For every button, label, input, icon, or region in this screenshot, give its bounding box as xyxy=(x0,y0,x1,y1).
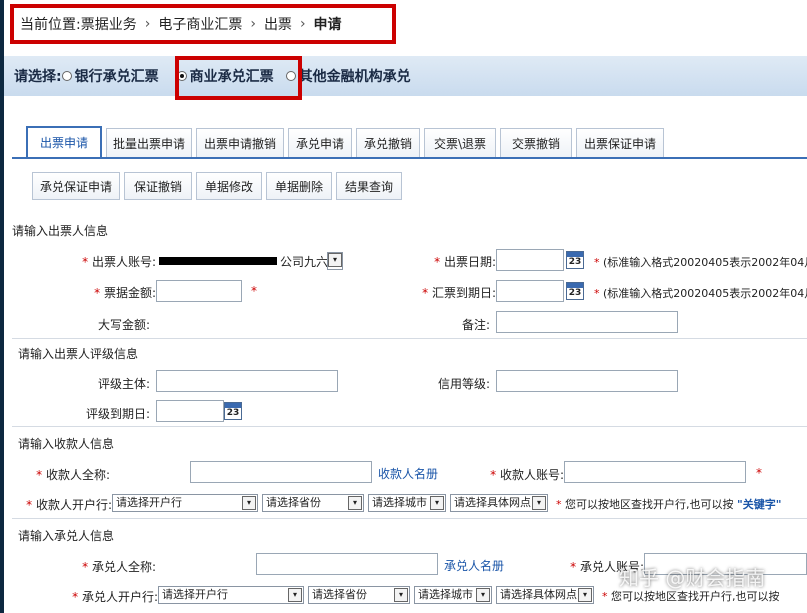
acceptor-branch-select[interactable]: 请选择具体网点 ▾ xyxy=(496,586,594,604)
tab-deliver-revoke[interactable]: 交票撤销 xyxy=(500,128,572,157)
app-frame: 当前位置: 票据业务 › 电子商业汇票 › 出票 › 申请 请选择: 银行承兑汇… xyxy=(4,0,807,613)
acceptor-bank-select[interactable]: 请选择开户行 ▾ xyxy=(158,586,304,604)
payee-branch-select[interactable]: 请选择具体网点 ▾ xyxy=(450,494,548,512)
tab-accept-revoke[interactable]: 承兑撤销 xyxy=(356,128,420,157)
acceptor-directory-link[interactable]: 承兑人名册 xyxy=(444,557,504,574)
chevron-down-icon: ▾ xyxy=(394,588,408,602)
tab-issue-revoke[interactable]: 出票申请撤销 xyxy=(196,128,284,157)
payee-bank-select[interactable]: 请选择开户行 ▾ xyxy=(112,494,258,512)
tab-bill-delete[interactable]: 单据删除 xyxy=(266,172,332,200)
credit-level-label: 信用等级: xyxy=(437,377,490,391)
tab-guarantee-revoke[interactable]: 保证撤销 xyxy=(124,172,192,200)
chevron-down-icon: ▾ xyxy=(578,588,592,602)
divider xyxy=(12,518,807,519)
bill-type-bar: 请选择: 银行承兑汇票 商业承兑汇票 其他金融机构承兑 xyxy=(4,56,807,96)
amount-input[interactable] xyxy=(156,280,242,302)
acceptor-name-label: * 承兑人全称: xyxy=(82,560,156,574)
section-acceptor-title: 请输入承兑人信息 xyxy=(18,529,115,543)
breadcrumb-item[interactable]: 出票 xyxy=(264,14,292,34)
tab-issue-guarantee[interactable]: 出票保证申请 xyxy=(576,128,664,157)
tab-bar-secondary: 承兑保证申请 保证撤销 单据修改 单据删除 结果查询 xyxy=(32,172,406,200)
section-payee-title: 请输入收款人信息 xyxy=(18,437,115,451)
section-rating-title: 请输入出票人评级信息 xyxy=(18,347,139,361)
breadcrumb-prefix: 当前位置: xyxy=(20,17,81,33)
breadcrumb-separator: › xyxy=(299,16,306,32)
payee-bank-hint: * 您可以按地区查找开户行,也可以按 "关键字" xyxy=(556,498,782,511)
acceptor-province-select[interactable]: 请选择省份 ▾ xyxy=(308,586,410,604)
payee-account-label: * 收款人账号: xyxy=(490,468,564,482)
drawer-account-label: * 出票人账号: xyxy=(82,255,156,269)
redacted-account xyxy=(159,257,277,265)
chevron-down-icon: ▾ xyxy=(242,496,256,510)
drawer-account-dropdown[interactable]: ▾ xyxy=(327,252,343,270)
breadcrumb-separator: › xyxy=(250,16,256,32)
rating-due-label: 评级到期日: xyxy=(85,407,150,421)
due-date-label: * 汇票到期日: xyxy=(422,286,496,300)
chevron-down-icon: ▾ xyxy=(430,496,444,510)
chevron-down-icon: ▾ xyxy=(532,496,546,510)
payee-account-input[interactable] xyxy=(564,461,746,483)
chevron-down-icon: ▾ xyxy=(328,253,342,267)
watermark: 知乎 @财会指南 xyxy=(619,566,766,590)
payee-city-select[interactable]: 请选择城市 ▾ xyxy=(368,494,446,512)
chevron-down-icon: ▾ xyxy=(348,496,362,510)
payee-name-input[interactable] xyxy=(190,461,372,483)
bill-type-label: 请选择: xyxy=(14,69,62,85)
issue-date-input[interactable] xyxy=(496,249,564,271)
acceptor-bank-label: * 承兑人开户行: xyxy=(72,590,158,604)
remark-label: 备注: xyxy=(461,318,490,332)
tab-accept-apply[interactable]: 承兑申请 xyxy=(288,128,352,157)
payee-directory-link[interactable]: 收款人名册 xyxy=(378,465,438,482)
payee-name-label: * 收款人全称: xyxy=(36,468,110,482)
tab-issue-apply[interactable]: 出票申请 xyxy=(26,126,102,157)
due-date-hint: * (标准输入格式20020405表示2002年04月0 xyxy=(594,287,807,300)
breadcrumb-separator: › xyxy=(144,16,151,32)
radio-bank-acceptance[interactable]: 银行承兑汇票 xyxy=(61,66,159,86)
rating-due-input[interactable] xyxy=(156,400,224,422)
rating-subject-label: 评级主体: xyxy=(97,377,150,391)
due-date-input[interactable] xyxy=(496,280,564,302)
tab-batch-issue[interactable]: 批量出票申请 xyxy=(106,128,192,157)
required-mark: * xyxy=(251,284,257,298)
rating-subject-input[interactable] xyxy=(156,370,338,392)
tab-deliver-return[interactable]: 交票\退票 xyxy=(424,128,496,157)
tab-accept-guarantee[interactable]: 承兑保证申请 xyxy=(32,172,120,200)
highlight-box xyxy=(175,56,302,100)
amount-upper-label: 大写金额: xyxy=(97,318,150,332)
breadcrumb-current: 申请 xyxy=(313,17,342,33)
breadcrumb-item[interactable]: 电子商业汇票 xyxy=(158,14,242,34)
payee-bank-label: * 收款人开户行: xyxy=(26,498,112,512)
issue-date-label: * 出票日期: xyxy=(434,255,496,269)
remark-input[interactable] xyxy=(496,311,678,333)
chevron-down-icon: ▾ xyxy=(476,588,490,602)
divider xyxy=(12,426,807,427)
chevron-down-icon: ▾ xyxy=(288,588,302,602)
radio-label: 银行承兑汇票 xyxy=(74,69,159,85)
amount-label: * 票据金额: xyxy=(94,286,156,300)
breadcrumb: 当前位置: 票据业务 › 电子商业汇票 › 出票 › 申请 xyxy=(10,4,396,44)
calendar-icon[interactable]: 23 xyxy=(566,251,584,269)
tab-bill-edit[interactable]: 单据修改 xyxy=(196,172,262,200)
tab-result-query[interactable]: 结果查询 xyxy=(336,172,402,200)
payee-province-select[interactable]: 请选择省份 ▾ xyxy=(262,494,364,512)
radio-other-institution[interactable]: 其他金融机构承兑 xyxy=(285,66,411,86)
acceptor-name-input[interactable] xyxy=(256,553,438,575)
calendar-icon[interactable]: 23 xyxy=(224,402,242,420)
issue-date-hint: * (标准输入格式20020405表示2002年04月0 xyxy=(594,256,807,269)
calendar-icon[interactable]: 23 xyxy=(566,282,584,300)
drawer-account-suffix: 公司九六 xyxy=(280,255,329,269)
radio-icon xyxy=(61,71,72,81)
section-drawer-title: 请输入出票人信息 xyxy=(12,224,109,238)
tab-bar-primary: 出票申请 批量出票申请 出票申请撤销 承兑申请 承兑撤销 交票\退票 交票撤销 … xyxy=(12,126,807,159)
required-mark: * xyxy=(756,466,762,480)
credit-level-input[interactable] xyxy=(496,370,678,392)
radio-label: 其他金融机构承兑 xyxy=(298,69,411,85)
breadcrumb-item[interactable]: 票据业务 xyxy=(81,14,137,34)
acceptor-city-select[interactable]: 请选择城市 ▾ xyxy=(414,586,492,604)
divider xyxy=(12,338,807,339)
